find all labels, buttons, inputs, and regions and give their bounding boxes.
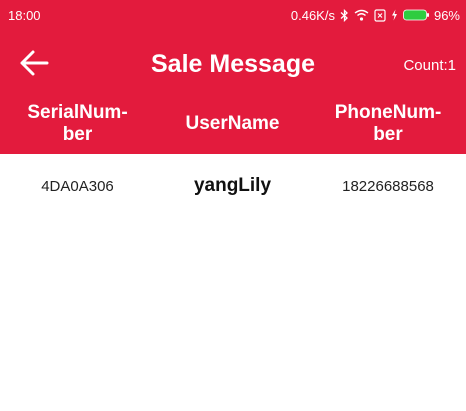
bluetooth-icon [340,8,349,22]
wifi-icon [354,9,369,21]
sim-icon [374,8,386,22]
net-speed: 0.46K/s [290,7,335,23]
table-body: 4DA0A306 yangLily 18226688568 [0,154,466,218]
battery-icon [403,9,429,21]
cell-user-name: yangLily [193,175,272,196]
cell-phone-number: 18226688568 [342,177,434,195]
header-serial-line1: SerialNum- [27,102,128,123]
header-serial-number: SerialNum- ber [0,102,155,146]
status-bar: 18:00 0.46K/s 96% [0,0,466,30]
page-title: Sale Message [151,50,315,78]
app-bar: Sale Message Count:1 [0,30,466,94]
table-row[interactable]: 4DA0A306 yangLily 18226688568 [0,154,466,218]
header-user-name: UserName [155,113,310,135]
cell-serial-number: 4DA0A306 [41,177,114,195]
count-label: Count:1 [403,57,456,74]
header-phone-number: PhoneNum- ber [310,102,466,146]
battery-percent: 96% [433,7,460,23]
header-user-line1: UserName [185,113,280,134]
status-indicators: 0.46K/s 96% [291,8,460,23]
header-serial-line2: ber [62,124,93,145]
header-phone-line1: PhoneNum- [334,102,442,123]
table-header: SerialNum- ber UserName PhoneNum- ber [0,94,466,154]
status-time: 18:00 [8,7,41,23]
header-phone-line2: ber [373,124,403,145]
charging-icon [391,9,398,21]
